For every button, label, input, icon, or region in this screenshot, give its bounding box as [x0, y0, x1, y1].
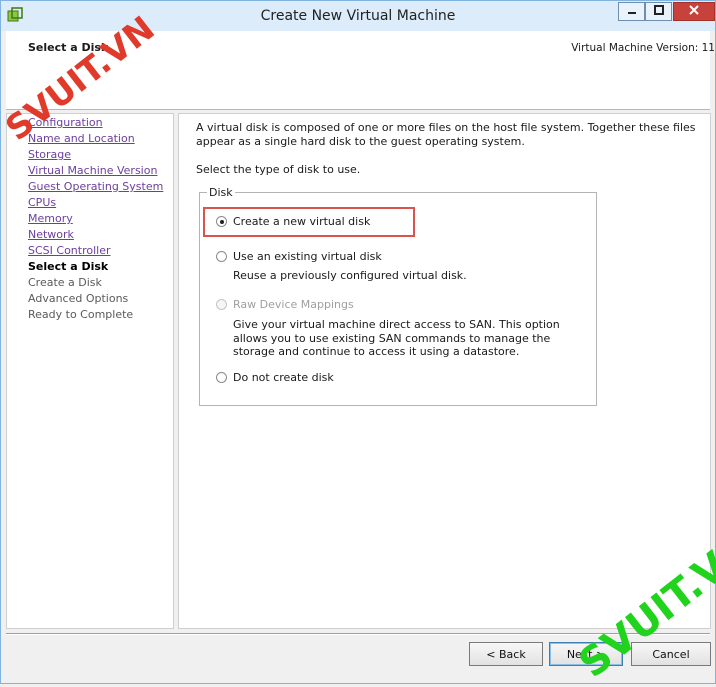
- intro-text: A virtual disk is composed of one or mor…: [196, 121, 696, 148]
- wizard-header: Select a Disk Virtual Machine Version: 1…: [6, 31, 715, 110]
- next-button[interactable]: Next >: [549, 642, 623, 666]
- window-title: Create New Virtual Machine: [260, 8, 456, 24]
- minimize-button[interactable]: [618, 2, 645, 21]
- sidebar-item-advanced-options: Advanced Options: [28, 292, 129, 305]
- wizard-window: Create New Virtual Machine Select a Disk…: [0, 0, 716, 687]
- footer-divider: [6, 633, 710, 635]
- raw-device-mappings-description: Give your virtual machine direct access …: [233, 318, 560, 358]
- disk-type-prompt: Select the type of disk to use.: [196, 163, 361, 176]
- cancel-button[interactable]: Cancel: [631, 642, 711, 666]
- sidebar-item-create-a-disk: Create a Disk: [28, 276, 102, 289]
- maximize-icon: [653, 5, 664, 18]
- sidebar-item-configuration[interactable]: Configuration: [28, 116, 103, 129]
- disk-options-group: Disk Create a new virtual disk Use an ex…: [199, 186, 597, 406]
- sidebar-item-scsi-controller[interactable]: SCSI Controller: [28, 244, 111, 257]
- sidebar-item-network[interactable]: Network: [28, 228, 74, 241]
- back-button[interactable]: < Back: [469, 642, 543, 666]
- step-title: Select a Disk: [28, 41, 109, 54]
- close-icon: [688, 4, 700, 19]
- minimize-icon: [627, 5, 637, 18]
- sidebar-item-vm-version[interactable]: Virtual Machine Version: [28, 164, 157, 177]
- close-button[interactable]: [673, 2, 715, 21]
- do-not-create-disk-radio[interactable]: [216, 372, 227, 383]
- use-existing-disk-radio[interactable]: [216, 251, 227, 262]
- sidebar-item-cpus[interactable]: CPUs: [28, 196, 56, 209]
- wizard-content: A virtual disk is composed of one or mor…: [178, 113, 711, 629]
- maximize-button[interactable]: [645, 2, 672, 21]
- create-new-disk-label[interactable]: Create a new virtual disk: [233, 215, 370, 228]
- disk-group-label: Disk: [207, 186, 235, 199]
- title-bar[interactable]: Create New Virtual Machine: [1, 1, 715, 31]
- raw-device-mappings-radio: [216, 299, 227, 310]
- sidebar-item-storage[interactable]: Storage: [28, 148, 71, 161]
- sidebar-item-name-and-location[interactable]: Name and Location: [28, 132, 135, 145]
- do-not-create-disk-label[interactable]: Do not create disk: [233, 371, 334, 384]
- create-new-disk-radio[interactable]: [216, 216, 227, 227]
- sidebar-item-guest-os[interactable]: Guest Operating System: [28, 180, 163, 193]
- wizard-steps-sidebar: Configuration Name and Location Storage …: [6, 113, 174, 629]
- raw-device-mappings-label: Raw Device Mappings: [233, 298, 354, 311]
- use-existing-disk-description: Reuse a previously configured virtual di…: [233, 269, 467, 282]
- use-existing-disk-label[interactable]: Use an existing virtual disk: [233, 250, 382, 263]
- sidebar-item-ready-to-complete: Ready to Complete: [28, 308, 134, 321]
- sidebar-item-memory[interactable]: Memory: [28, 212, 73, 225]
- sidebar-item-select-a-disk: Select a Disk: [28, 260, 109, 273]
- vm-version-label: Virtual Machine Version: 11: [571, 42, 715, 54]
